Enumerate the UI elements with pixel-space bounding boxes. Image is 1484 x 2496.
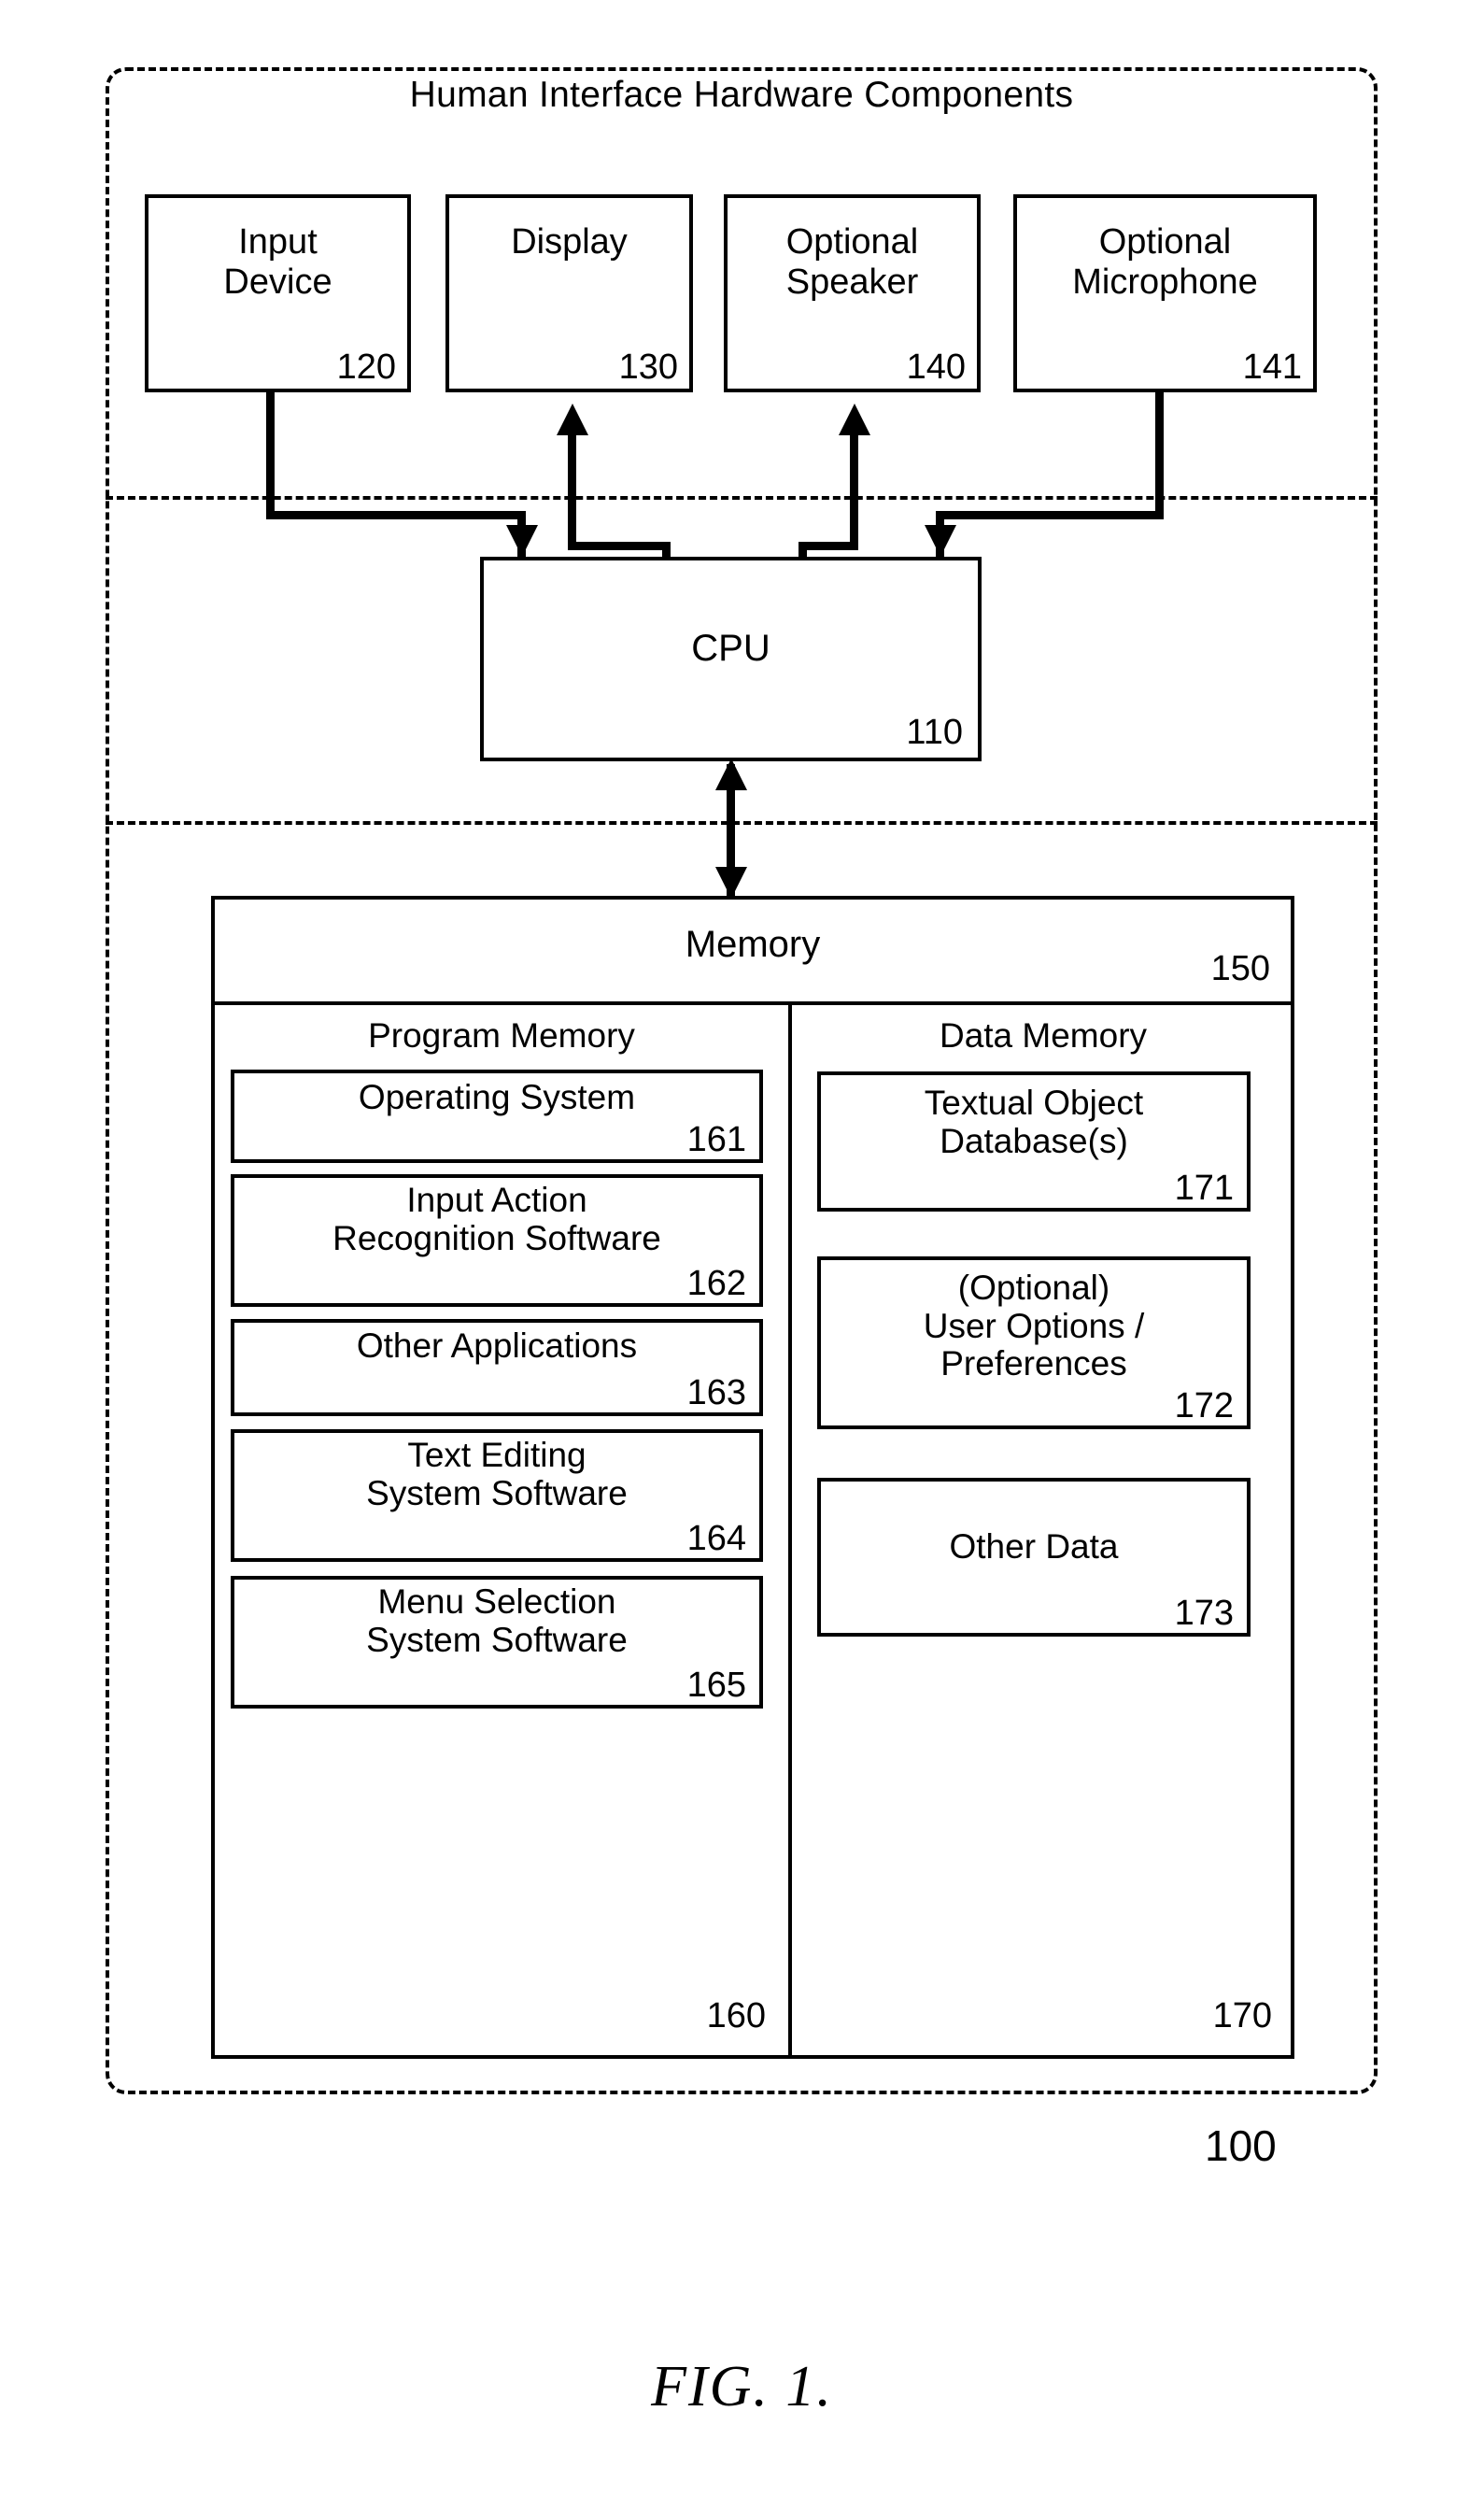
- user-options-preferences-box[interactable]: (Optional) User Options / Preferences 17…: [817, 1256, 1251, 1429]
- wire-cpu-to-display-up: [568, 433, 576, 549]
- arrowhead-memory-to-cpu: [715, 759, 747, 790]
- display-box[interactable]: Display 130: [445, 194, 693, 392]
- input-device-label: Input Device: [223, 222, 332, 302]
- memory-ref: 150: [1210, 949, 1270, 988]
- optional-microphone-box[interactable]: Optional Microphone 141: [1013, 194, 1317, 392]
- menu-selection-system-software-ref: 165: [686, 1666, 746, 1705]
- user-options-preferences-label: (Optional) User Options / Preferences: [923, 1269, 1145, 1383]
- wire-cpu-to-speaker-left: [799, 542, 858, 550]
- textual-object-database-box[interactable]: Textual Object Database(s) 171: [817, 1071, 1251, 1212]
- figure-caption: FIG. 1.: [651, 2355, 833, 2418]
- memory-box[interactable]: Memory 150 Program Memory Operating Syst…: [211, 896, 1294, 2059]
- cpu-label: CPU: [691, 628, 770, 669]
- memory-title: Memory: [685, 924, 821, 965]
- wire-microphone-left: [936, 511, 1164, 519]
- display-label: Display: [511, 222, 628, 262]
- text-editing-system-software-ref: 164: [686, 1519, 746, 1558]
- text-editing-system-software-label: Text Editing System Software: [366, 1436, 628, 1512]
- textual-object-database-label: Textual Object Database(s): [924, 1084, 1144, 1160]
- other-data-box[interactable]: Other Data 173: [817, 1478, 1251, 1637]
- wire-cpu-to-display-right: [568, 542, 671, 550]
- program-memory-ref: 160: [706, 1996, 766, 2035]
- system-ref-number: 100: [1205, 2121, 1277, 2170]
- cpu-ref: 110: [906, 713, 963, 752]
- textual-object-database-ref: 171: [1174, 1169, 1234, 1208]
- program-memory-title: Program Memory: [368, 1016, 635, 1055]
- other-applications-ref: 163: [686, 1373, 746, 1412]
- input-device-box[interactable]: Input Device 120: [145, 194, 411, 392]
- operating-system-label: Operating System: [358, 1078, 636, 1116]
- user-options-preferences-ref: 172: [1174, 1386, 1234, 1425]
- divider-hardware-cpu: [106, 496, 1378, 500]
- wire-cpu-to-speaker-up: [850, 433, 858, 549]
- optional-speaker-ref: 140: [906, 347, 966, 387]
- optional-microphone-label: Optional Microphone: [1072, 222, 1258, 302]
- optional-speaker-box[interactable]: Optional Speaker 140: [724, 194, 981, 392]
- data-memory-column: Data Memory Textual Object Database(s) 1…: [792, 1001, 1294, 2055]
- arrowhead-cpu-to-memory: [715, 867, 747, 899]
- other-applications-label: Other Applications: [356, 1326, 638, 1365]
- arrowhead-microphone-to-cpu: [925, 525, 956, 557]
- patent-figure-page: Human Interface Hardware Components Inpu…: [0, 0, 1484, 2496]
- arrowhead-cpu-to-display: [557, 404, 588, 435]
- menu-selection-system-software-label: Menu Selection System Software: [366, 1582, 628, 1659]
- operating-system-ref: 161: [686, 1120, 746, 1159]
- input-action-recognition-software-ref: 162: [686, 1264, 746, 1303]
- wire-input-device-right: [266, 511, 526, 519]
- other-data-ref: 173: [1174, 1594, 1234, 1633]
- text-editing-system-software-box[interactable]: Text Editing System Software 164: [231, 1429, 763, 1562]
- wire-input-device-down: [266, 392, 275, 518]
- input-action-recognition-software-box[interactable]: Input Action Recognition Software 162: [231, 1174, 763, 1307]
- wire-microphone-down: [1155, 392, 1164, 518]
- menu-selection-system-software-box[interactable]: Menu Selection System Software 165: [231, 1576, 763, 1709]
- data-memory-title: Data Memory: [939, 1016, 1148, 1055]
- other-data-label: Other Data: [949, 1527, 1119, 1566]
- program-memory-column: Program Memory Operating System 161 Inpu…: [215, 1001, 792, 2055]
- operating-system-box[interactable]: Operating System 161: [231, 1070, 763, 1163]
- data-memory-ref: 170: [1212, 1996, 1272, 2035]
- hardware-section-title: Human Interface Hardware Components: [409, 75, 1074, 115]
- display-ref: 130: [618, 347, 678, 387]
- other-applications-box[interactable]: Other Applications 163: [231, 1319, 763, 1416]
- cpu-box[interactable]: CPU 110: [480, 557, 982, 761]
- arrowhead-input-device-to-cpu: [506, 525, 538, 557]
- input-action-recognition-software-label: Input Action Recognition Software: [332, 1181, 661, 1257]
- divider-cpu-memory: [106, 821, 1378, 825]
- optional-microphone-ref: 141: [1242, 347, 1302, 387]
- arrowhead-cpu-to-speaker: [839, 404, 870, 435]
- input-device-ref: 120: [336, 347, 396, 387]
- optional-speaker-label: Optional Speaker: [785, 222, 919, 302]
